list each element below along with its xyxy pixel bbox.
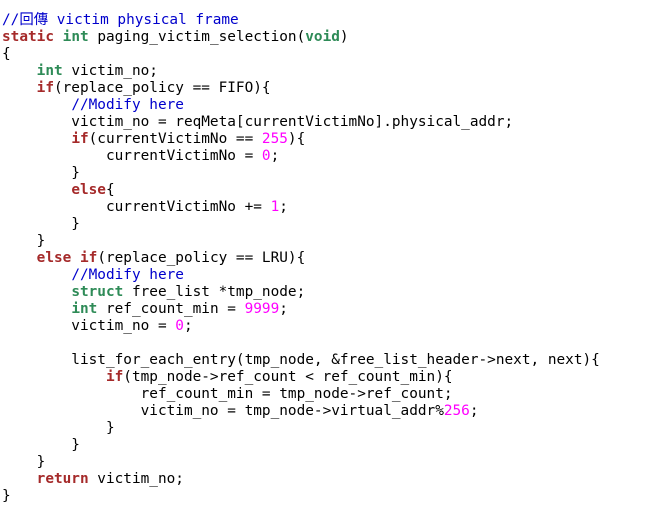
code-token-comment: //回傳 victim physical frame — [2, 12, 239, 28]
code-line[interactable]: } — [0, 216, 646, 233]
code-token-plain: list_for_each_entry(tmp_node, &free_list… — [2, 352, 600, 368]
code-token-type: struct — [71, 284, 124, 300]
code-token-plain: { — [2, 46, 11, 62]
code-token-keyword: else — [36, 250, 72, 266]
code-line[interactable]: else if(replace_policy == LRU){ — [0, 250, 646, 267]
code-line[interactable]: ref_count_min = tmp_node->ref_count; — [0, 386, 646, 403]
code-token-keyword: static — [2, 29, 54, 45]
code-line[interactable]: } — [0, 437, 646, 454]
code-line[interactable]: return victim_no; — [0, 471, 646, 488]
code-line[interactable] — [0, 335, 646, 352]
code-line[interactable]: //回傳 victim physical frame — [0, 12, 646, 29]
code-token-number: 1 — [270, 199, 280, 215]
code-token-plain: { — [105, 182, 115, 198]
code-line[interactable]: if(tmp_node->ref_count < ref_count_min){ — [0, 369, 646, 386]
code-token-plain: victim_no = tmp_node->virtual_addr% — [2, 403, 444, 419]
code-token-number: 0 — [175, 318, 184, 334]
code-token-keyword: else — [71, 182, 106, 198]
code-token-plain: (replace_policy == FIFO){ — [53, 80, 271, 96]
code-line[interactable]: if(currentVictimNo == 255){ — [0, 131, 646, 148]
code-token-type: void — [305, 29, 340, 45]
code-line[interactable]: if(replace_policy == FIFO){ — [0, 80, 646, 97]
code-token-number: 255 — [261, 131, 288, 147]
code-line[interactable]: //Modify here — [0, 97, 646, 114]
code-line[interactable]: { — [0, 46, 646, 63]
code-token-plain: } — [2, 420, 115, 436]
code-token-plain: ; — [279, 199, 288, 215]
code-line[interactable]: victim_no = tmp_node->virtual_addr%256; — [0, 403, 646, 420]
code-line[interactable]: else{ — [0, 182, 646, 199]
code-token-keyword: if — [79, 250, 98, 266]
code-token-plain: } — [2, 165, 80, 181]
code-token-type: int — [71, 301, 98, 317]
code-token-plain: victim_no = reqMeta[currentVictimNo].phy… — [2, 114, 514, 130]
code-line[interactable]: } — [0, 454, 646, 471]
code-line[interactable]: } — [0, 488, 646, 505]
code-token-keyword: return — [36, 471, 89, 487]
code-token-plain: ; — [279, 301, 288, 317]
code-token-plain: } — [2, 454, 46, 470]
code-line[interactable]: currentVictimNo += 1; — [0, 199, 646, 216]
code-token-number: 256 — [443, 403, 470, 419]
code-token-plain: free_list *tmp_node; — [123, 284, 306, 300]
code-token-type: int — [36, 63, 63, 79]
code-token-plain: } — [2, 488, 11, 504]
code-line[interactable]: } — [0, 420, 646, 437]
code-line[interactable]: } — [0, 233, 646, 250]
code-token-plain: ){ — [287, 131, 306, 147]
code-line[interactable]: } — [0, 165, 646, 182]
code-token-keyword: if — [105, 369, 124, 385]
code-token-number: 0 — [261, 148, 271, 164]
code-line[interactable]: //Modify here — [0, 267, 646, 284]
code-token-plain: } — [2, 233, 46, 249]
code-line[interactable]: struct free_list *tmp_node; — [0, 284, 646, 301]
code-token-plain: ; — [183, 318, 193, 334]
code-token-keyword: if — [71, 131, 89, 147]
code-line[interactable]: victim_no = 0; — [0, 318, 646, 335]
code-token-plain: (replace_policy == LRU){ — [97, 250, 306, 266]
code-token-plain: paging_victim_selection( — [88, 29, 306, 45]
code-token-type: int — [62, 29, 89, 45]
code-line[interactable]: int ref_count_min = 9999; — [0, 301, 646, 318]
code-line[interactable]: currentVictimNo = 0; — [0, 148, 646, 165]
code-token-plain: currentVictimNo += — [2, 199, 271, 215]
code-token-plain: currentVictimNo = — [2, 148, 262, 164]
code-token-number: 9999 — [244, 301, 280, 317]
code-token-plain: } — [2, 216, 80, 232]
code-token-plain: ; — [270, 148, 280, 164]
code-token-plain: victim_no; — [88, 471, 184, 487]
code-line[interactable]: int victim_no; — [0, 63, 646, 80]
code-editor[interactable]: //回傳 victim physical frame static int pag… — [0, 0, 646, 513]
code-token-plain: victim_no; — [62, 63, 158, 79]
code-token-plain: (tmp_node->ref_count < ref_count_min){ — [123, 369, 453, 385]
code-token-plain: ref_count_min = tmp_node->ref_count; — [2, 386, 453, 402]
code-token-plain: victim_no = — [2, 318, 176, 334]
code-token-keyword: if — [36, 80, 54, 96]
code-line[interactable]: static int paging_victim_selection(void) — [0, 29, 646, 46]
code-token-comment: //Modify here — [71, 97, 184, 113]
code-token-plain: (currentVictimNo == — [88, 131, 262, 147]
code-token-plain: } — [2, 437, 80, 453]
code-token-plain: ; — [469, 403, 479, 419]
code-line[interactable]: victim_no = reqMeta[currentVictimNo].phy… — [0, 114, 646, 131]
code-token-comment: //Modify here — [71, 267, 184, 283]
code-token-plain: ref_count_min = — [97, 301, 245, 317]
code-token-plain: ) — [339, 29, 349, 45]
code-line[interactable]: list_for_each_entry(tmp_node, &free_list… — [0, 352, 646, 369]
